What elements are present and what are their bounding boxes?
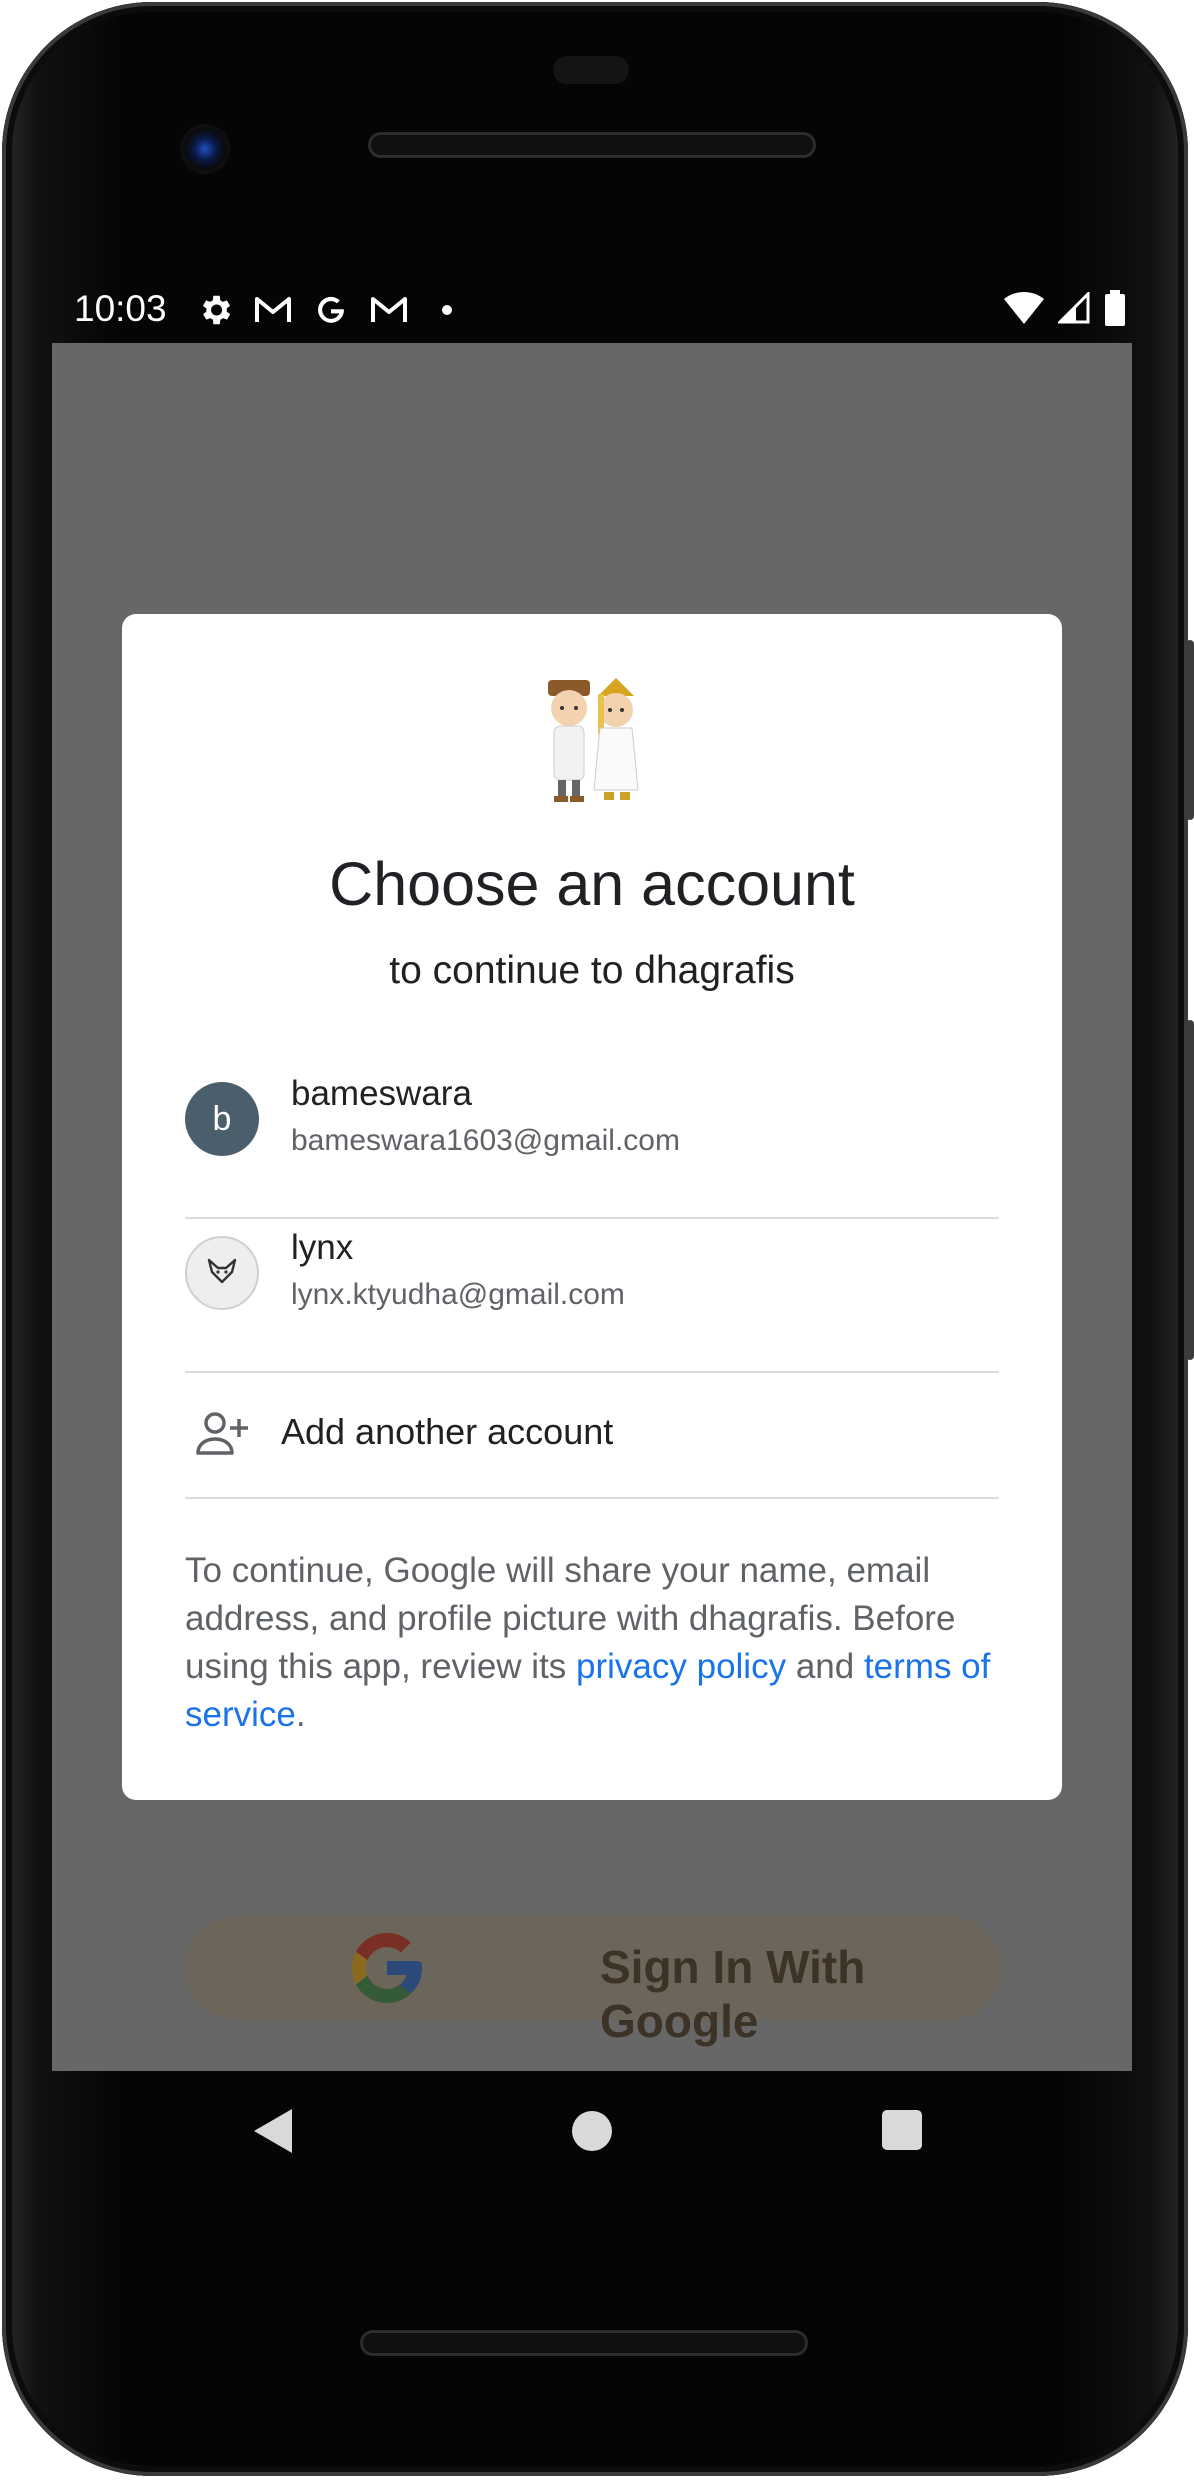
- disclaimer-text: .: [295, 1695, 306, 1734]
- top-speaker: [368, 132, 816, 158]
- avatar: b: [185, 1082, 259, 1156]
- gmail-icon: [253, 290, 293, 330]
- dialog-subtitle: to continue to dhagrafis: [389, 949, 795, 992]
- home-icon[interactable]: [572, 2111, 612, 2151]
- wifi-icon: [1004, 291, 1044, 330]
- divider: [185, 1497, 999, 1499]
- person-add-icon: [195, 1409, 249, 1459]
- account-email: bameswara1603@gmail.com: [291, 1124, 680, 1157]
- privacy-policy-link[interactable]: privacy policy: [576, 1647, 786, 1686]
- couple-mascot-icon: [540, 674, 644, 806]
- sign-in-with-google-button: Sign In With Google: [185, 1916, 1002, 2047]
- front-camera: [180, 124, 230, 174]
- status-time: 10:03: [74, 288, 167, 329]
- navigation-bar: [52, 2071, 1132, 2201]
- cell-signal-icon: [1056, 290, 1090, 329]
- battery-icon: [1104, 290, 1126, 331]
- google-g-logo-icon: [345, 1926, 429, 2010]
- gear-icon: [195, 290, 235, 330]
- sensor-bar: [553, 56, 629, 84]
- back-icon[interactable]: [254, 2109, 292, 2153]
- power-button: [1186, 640, 1194, 820]
- avatar-letter: b: [212, 1099, 232, 1138]
- account-name: lynx: [291, 1228, 354, 1267]
- google-g-icon: [311, 290, 351, 330]
- app-screen: Sign In With Google Choose an account to…: [52, 343, 1132, 2071]
- gmail-icon: [369, 290, 409, 330]
- notification-dot-icon: [427, 290, 467, 330]
- recents-icon[interactable]: [882, 2110, 922, 2150]
- volume-button: [1186, 1020, 1194, 1360]
- account-email: lynx.ktyudha@gmail.com: [291, 1278, 625, 1311]
- account-name: bameswara: [291, 1074, 472, 1113]
- account-row-lynx[interactable]: lynx lynx.ktyudha@gmail.com: [185, 1196, 999, 1348]
- dialog-title: Choose an account: [329, 850, 855, 918]
- fox-icon: [205, 1254, 239, 1293]
- add-another-account-button[interactable]: Add another account: [185, 1371, 999, 1497]
- disclaimer-text: and: [786, 1647, 864, 1686]
- account-row-bameswara[interactable]: b bameswara bameswara1603@gmail.com: [185, 1042, 999, 1194]
- add-account-label: Add another account: [281, 1411, 614, 1452]
- consent-disclaimer: To continue, Google will share your name…: [185, 1547, 999, 1739]
- avatar: [185, 1236, 259, 1310]
- sign-in-button-label: Sign In With Google: [600, 1941, 866, 2047]
- status-bar: 10:03: [52, 280, 1142, 342]
- bottom-speaker: [360, 2330, 808, 2356]
- account-chooser-dialog: Choose an account to continue to dhagraf…: [122, 614, 1062, 1800]
